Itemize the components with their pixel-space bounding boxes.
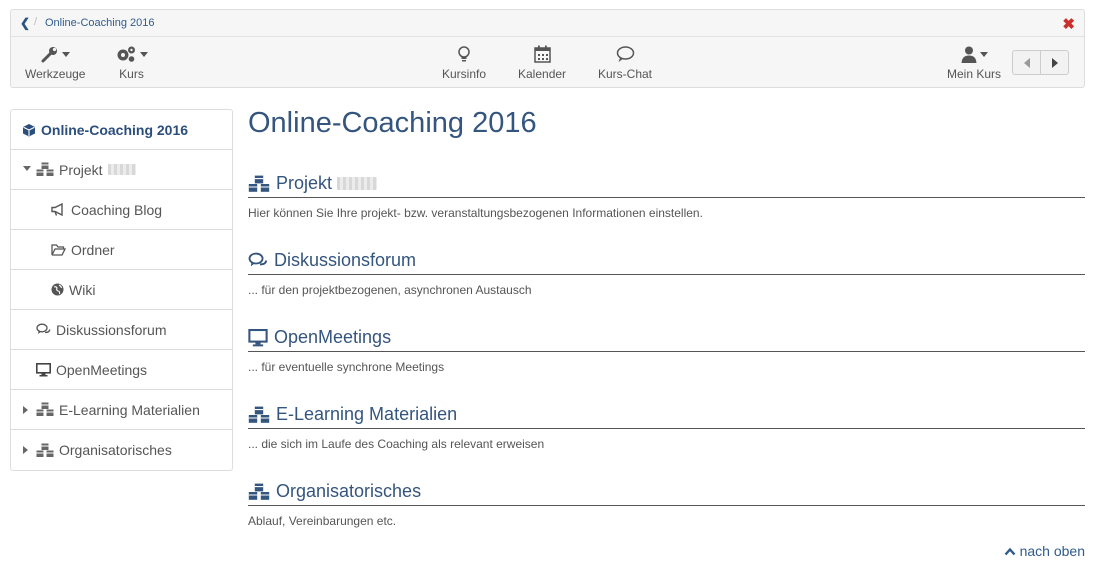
- course-toolbar: ❮ / Online-Coaching 2016 ✖ Werkzeuge Kur…: [10, 9, 1085, 88]
- previous-button[interactable]: [1013, 51, 1041, 74]
- comments-icon: [36, 323, 51, 336]
- sidebar-item-openmeetings[interactable]: OpenMeetings: [11, 350, 232, 390]
- section-heading[interactable]: E-Learning Materialien: [248, 401, 1085, 429]
- course-menu-button[interactable]: Kurs: [115, 44, 148, 81]
- sidebar-item-diskussionsforum[interactable]: Diskussionsforum: [11, 310, 232, 350]
- sidebar-item-label: Projekt: [59, 161, 103, 178]
- back-to-top-label: nach oben: [1019, 543, 1085, 559]
- section-organisatorisches: Organisatorisches Ablauf, Vereinbarungen…: [248, 478, 1085, 528]
- user-icon: [961, 46, 977, 63]
- course-chat-label: Kurs-Chat: [598, 67, 653, 81]
- sidebar-item-label: Diskussionsforum: [56, 321, 167, 338]
- caret-down-icon: [979, 51, 988, 57]
- course-chat-button[interactable]: Kurs-Chat: [598, 44, 652, 81]
- section-description: ... für eventuelle synchrone Meetings: [248, 360, 445, 374]
- sidebar-item-projekt[interactable]: Projekt: [11, 150, 232, 190]
- comments-icon: [248, 252, 268, 269]
- desktop-icon: [248, 328, 268, 347]
- sidebar-item-wiki[interactable]: Wiki: [11, 270, 232, 310]
- section-title: OpenMeetings: [274, 327, 392, 347]
- cubes-icon: [36, 443, 54, 458]
- breadcrumb: ❮ / Online-Coaching 2016 ✖: [11, 10, 1084, 37]
- caret-down-icon: [61, 51, 70, 57]
- sidebar-item-online-coaching[interactable]: Online-Coaching 2016: [11, 110, 232, 150]
- breadcrumb-separator: /: [34, 16, 38, 28]
- cubes-icon: [36, 162, 54, 177]
- section-heading[interactable]: Projekt: [248, 170, 1085, 198]
- section-title: E-Learning Materialien: [276, 404, 458, 424]
- courseinfo-label: Kursinfo: [442, 67, 487, 81]
- section-heading[interactable]: OpenMeetings: [248, 324, 1085, 352]
- desktop-icon: [36, 362, 51, 377]
- sidebar-item-label: Online-Coaching 2016: [41, 121, 189, 138]
- calendar-button[interactable]: Kalender: [518, 44, 566, 81]
- tools-menu-button[interactable]: Werkzeuge: [25, 44, 85, 81]
- wrench-icon: [41, 47, 57, 63]
- sidebar-item-e-learning-materialien[interactable]: E-Learning Materialien: [11, 390, 232, 430]
- chat-icon: [616, 46, 634, 62]
- section-description: Ablauf, Vereinbarungen etc.: [248, 514, 397, 528]
- close-icon[interactable]: ✖: [1062, 15, 1075, 33]
- cubes-icon: [248, 175, 270, 193]
- collapse-toggle-icon[interactable]: [23, 166, 31, 171]
- my-course-label: Mein Kurs: [947, 67, 1002, 81]
- breadcrumb-current[interactable]: Online-Coaching 2016: [45, 17, 154, 29]
- redacted-name: [107, 164, 136, 175]
- back-icon[interactable]: ❮: [20, 16, 32, 30]
- cube-icon: [22, 123, 36, 137]
- course-pager: [1012, 50, 1069, 75]
- sidebar-item-label: OpenMeetings: [56, 361, 148, 378]
- sidebar-item-organisatorisches[interactable]: Organisatorisches: [11, 430, 232, 470]
- cubes-icon: [248, 406, 270, 424]
- section-description: ... die sich im Laufe des Coaching als r…: [248, 437, 545, 451]
- section-title: Projekt: [276, 173, 333, 193]
- section-heading[interactable]: Organisatorisches: [248, 478, 1085, 506]
- sidebar-item-ordner[interactable]: Ordner: [11, 230, 232, 270]
- expand-toggle-icon[interactable]: [23, 446, 28, 454]
- sidebar-item-label: Ordner: [71, 241, 115, 258]
- sidebar-item-label: Wiki: [69, 281, 96, 298]
- megaphone-icon: [51, 203, 66, 216]
- section-description: Hier können Sie Ihre projekt- bzw. veran…: [248, 206, 703, 220]
- page-title: Online-Coaching 2016: [248, 107, 537, 139]
- next-button[interactable]: [1041, 51, 1068, 74]
- cubes-icon: [248, 483, 270, 501]
- sidebar-item-label: Coaching Blog: [71, 201, 163, 218]
- calendar-icon: [533, 45, 551, 63]
- tools-label: Werkzeuge: [25, 67, 86, 81]
- section-e-learning-materialien: E-Learning Materialien ... die sich im L…: [248, 401, 1085, 451]
- cubes-icon: [36, 402, 54, 417]
- previous-icon: [1023, 57, 1030, 68]
- redacted-name: [337, 177, 378, 190]
- calendar-label: Kalender: [518, 67, 567, 81]
- gears-icon: [117, 46, 135, 62]
- next-icon: [1051, 57, 1058, 68]
- chevron-up-icon: [1004, 547, 1015, 555]
- back-to-top-link[interactable]: nach oben: [1004, 543, 1085, 559]
- globe-icon: [51, 283, 64, 296]
- course-menu: Online-Coaching 2016 Projekt Coaching Bl…: [10, 109, 233, 471]
- caret-down-icon: [140, 51, 148, 57]
- section-title: Diskussionsforum: [274, 250, 417, 270]
- sidebar-item-label: E-Learning Materialien: [59, 401, 200, 418]
- expand-toggle-icon[interactable]: [23, 406, 28, 414]
- sidebar-item-coaching-blog[interactable]: Coaching Blog: [11, 190, 232, 230]
- section-heading[interactable]: Diskussionsforum: [248, 247, 1085, 275]
- section-diskussionsforum: Diskussionsforum ... für den projektbezo…: [248, 247, 1085, 297]
- courseinfo-button[interactable]: Kursinfo: [442, 44, 486, 81]
- section-projekt: Projekt Hier können Sie Ihre projekt- bz…: [248, 170, 1085, 220]
- section-openmeetings: OpenMeetings ... für eventuelle synchron…: [248, 324, 1085, 374]
- course-label: Kurs: [119, 67, 144, 81]
- section-title: Organisatorisches: [276, 481, 422, 501]
- section-description: ... für den projektbezogenen, asynchrone…: [248, 283, 532, 297]
- folder-icon: [51, 243, 66, 256]
- my-course-button[interactable]: Mein Kurs: [947, 44, 1001, 81]
- sidebar-item-label: Organisatorisches: [59, 442, 172, 458]
- lightbulb-icon: [458, 46, 470, 62]
